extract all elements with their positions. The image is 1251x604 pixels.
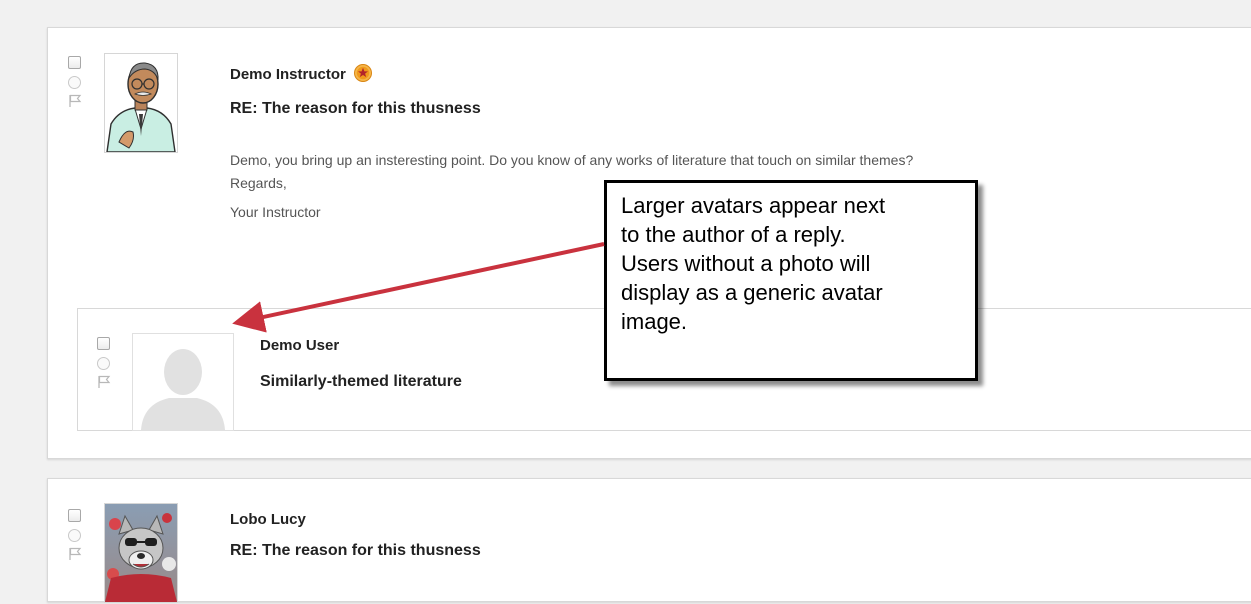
select-checkbox[interactable]: [68, 509, 81, 522]
post-subject[interactable]: RE: The reason for this thusness: [230, 542, 481, 560]
post-subject[interactable]: RE: The reason for this thusness: [230, 100, 481, 118]
unread-radio[interactable]: [68, 529, 81, 542]
author-name-text: Demo Instructor: [230, 66, 346, 83]
instructor-star-badge-icon: [354, 64, 373, 82]
select-checkbox[interactable]: [97, 337, 110, 350]
select-checkbox[interactable]: [68, 56, 81, 69]
author-name[interactable]: Demo User: [260, 337, 339, 354]
callout-line: Larger avatars appear next: [621, 193, 886, 218]
instructor-portrait-image: [105, 54, 177, 152]
avatar-demo-user-generic[interactable]: [132, 333, 234, 431]
flag-icon[interactable]: [68, 547, 82, 561]
author-name[interactable]: Lobo Lucy: [230, 511, 306, 528]
callout-line: Users without a photo will: [621, 251, 871, 276]
post-body-line: Demo, you bring up an insteresting point…: [230, 152, 914, 168]
annotation-callout: Larger avatars appear next to the author…: [604, 180, 978, 381]
generic-avatar-icon: [133, 334, 233, 430]
avatar-lobo-lucy[interactable]: [104, 503, 178, 603]
flag-icon[interactable]: [68, 94, 82, 108]
callout-line: display as a generic avatar: [621, 280, 883, 305]
unread-radio[interactable]: [97, 357, 110, 370]
post-body-line: Regards,: [230, 175, 287, 191]
callout-line: image.: [621, 309, 688, 334]
flag-icon[interactable]: [97, 375, 111, 389]
post-card: Lobo Lucy RE: The reason for this thusne…: [47, 478, 1251, 603]
post-subject[interactable]: Similarly-themed literature: [260, 373, 462, 391]
callout-line: to the author of a reply.: [621, 222, 846, 247]
author-name[interactable]: Demo Instructor: [230, 64, 373, 83]
lobo-mascot-photo: [105, 504, 177, 602]
unread-radio[interactable]: [68, 76, 81, 89]
avatar-demo-instructor[interactable]: [104, 53, 178, 153]
post-body-line: Your Instructor: [230, 204, 321, 220]
